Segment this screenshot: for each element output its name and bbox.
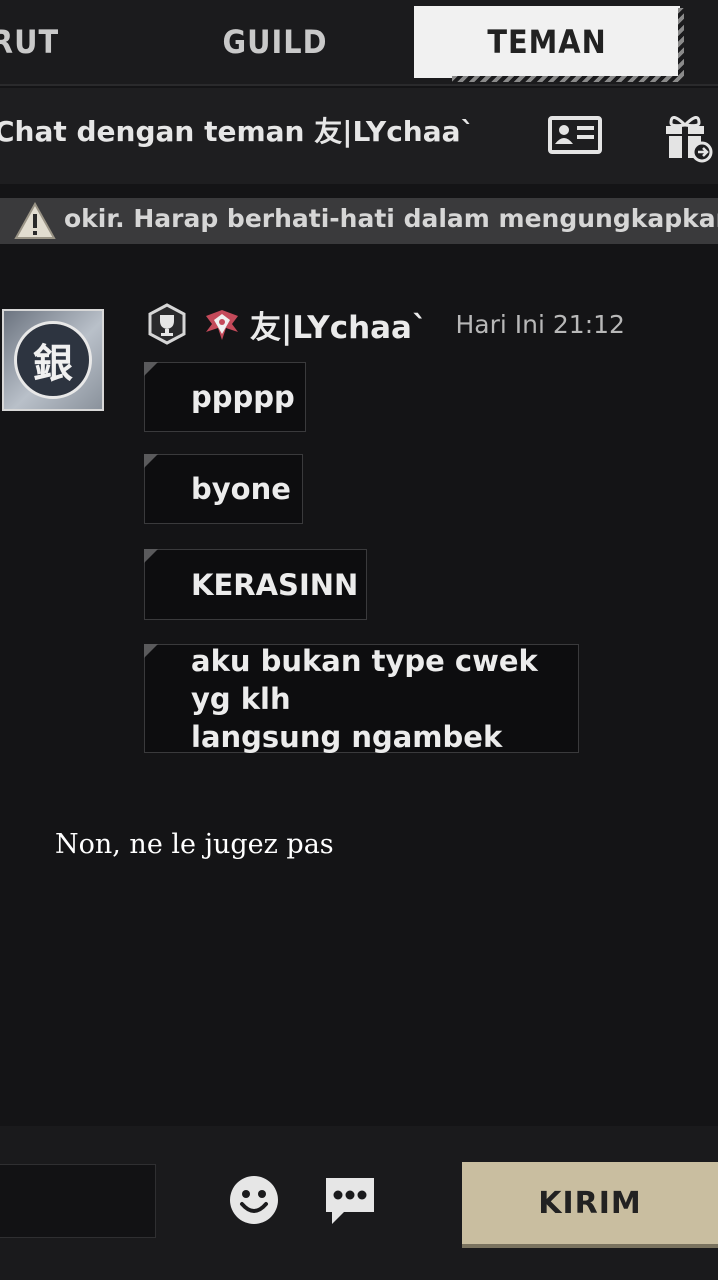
message-text: KERASINN	[191, 567, 359, 602]
message-text: byone	[191, 472, 291, 506]
tab-active-stripe	[452, 76, 684, 82]
chat-title: Chat dengan teman 友|LYchaa`	[0, 115, 475, 148]
message-bubble: ppppp	[144, 362, 306, 432]
bottom-bar: KIRIM	[0, 1126, 718, 1280]
message-text: ppppp	[191, 380, 295, 414]
avatar-emblem: 銀	[14, 321, 92, 399]
message-text-line: langsung ngambek	[191, 719, 503, 754]
sender-name: 友|LYchaa`	[250, 309, 428, 346]
rank-badge-icon	[206, 310, 238, 340]
message-input[interactable]	[0, 1164, 156, 1238]
overlay-caption: Non, ne le jugez pas	[55, 829, 334, 860]
tab-recruit[interactable]: RUT	[0, 6, 80, 78]
gift-icon[interactable]	[662, 110, 718, 163]
quick-chat-icon[interactable]	[322, 1174, 378, 1228]
tab-friends[interactable]: TEMAN	[414, 6, 680, 78]
send-button[interactable]: KIRIM	[462, 1162, 718, 1244]
message-bubble: KERASINN	[144, 549, 367, 620]
message-meta: 友|LYchaa` Hari Ini 21:12	[146, 302, 625, 346]
message-text-line: aku bukan type cwek yg klh	[191, 643, 538, 716]
message-bubble: byone	[144, 454, 303, 524]
tab-bar: RUT GUILD TEMAN	[0, 0, 718, 86]
warning-bar: okir. Harap berhati-hati dalam mengungka…	[0, 198, 718, 244]
tab-guild[interactable]: GUILD	[190, 6, 360, 78]
trophy-badge-icon	[148, 303, 186, 345]
chat-header: Chat dengan teman 友|LYchaa`	[0, 88, 718, 184]
message-bubble: aku bukan type cwek yg klh langsung ngam…	[144, 643, 579, 754]
contact-card-icon[interactable]	[548, 110, 604, 160]
avatar[interactable]: 銀	[2, 309, 104, 411]
tab-active-stripe-side	[678, 8, 684, 80]
message-time: Hari Ini 21:12	[455, 309, 625, 339]
chat-area: 銀 友|LYchaa` Hari Ini 21:12 ppppp byone K…	[0, 244, 718, 1124]
emoji-icon[interactable]	[228, 1174, 280, 1226]
warning-icon	[14, 202, 56, 239]
warning-text: okir. Harap berhati-hati dalam mengungka…	[64, 204, 718, 233]
